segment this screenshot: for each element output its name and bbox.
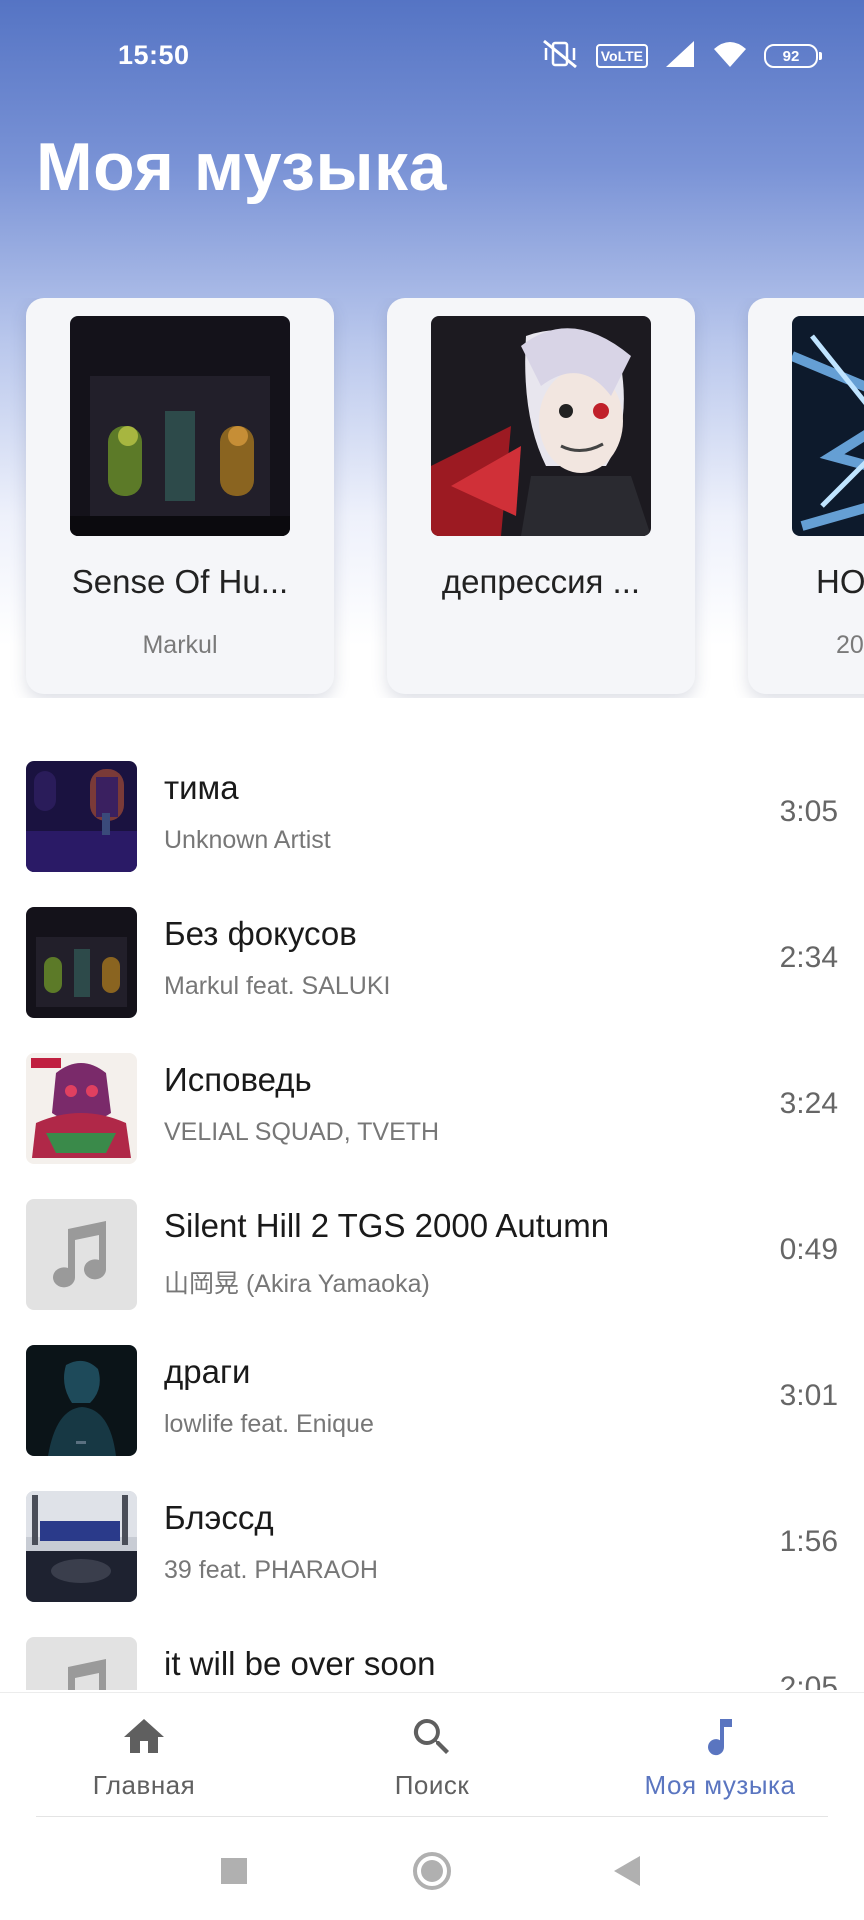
track-artist: VELIAL SQUAD, TVETH (164, 1118, 440, 1146)
circle-icon (413, 1852, 451, 1890)
album-title: Sense Of Hu... (71, 563, 289, 600)
track-row[interactable]: тима Unknown Artist 3:05 (0, 745, 864, 891)
track-artist: lowlife feat. Enique (164, 1410, 374, 1438)
track-row[interactable]: Без фокусов Markul feat. SALUKI 2:34 (0, 891, 864, 1037)
home-system-button[interactable] (408, 1847, 456, 1895)
track-title: Без фокусов (164, 915, 357, 952)
volte-badge: VoLTE (595, 44, 648, 68)
track-cover (26, 1491, 137, 1602)
track-duration: 3:01 (779, 1379, 838, 1412)
music-note-icon (696, 1713, 744, 1761)
nav-label: Моя музыка (644, 1770, 796, 1800)
track-duration: 2:34 (779, 941, 838, 974)
track-title: Блэссд (164, 1499, 274, 1536)
track-title: драги (164, 1353, 251, 1390)
track-row[interactable]: it will be over soon 2:05 (0, 1621, 864, 1690)
track-cover (26, 761, 137, 872)
track-duration: 0:49 (779, 1233, 838, 1266)
track-title: тима (164, 769, 239, 806)
battery-icon: 92 (764, 44, 822, 68)
signal-icon (664, 39, 696, 74)
square-icon (221, 1858, 247, 1884)
track-title: Исповедь (164, 1061, 312, 1098)
nav-label: Поиск (394, 1770, 470, 1800)
album-card[interactable]: депрессия ... (387, 298, 695, 694)
track-row[interactable]: драги lowlife feat. Enique 3:01 (0, 1329, 864, 1475)
album-card[interactable]: Sense Of Hu... Markul (26, 298, 334, 694)
album-artist: Markul (142, 631, 218, 659)
track-row[interactable]: Исповедь VELIAL SQUAD, TVETH 3:24 (0, 1037, 864, 1183)
album-cover (70, 316, 290, 536)
album-artist: 20 (836, 631, 864, 659)
status-icons: VoLTE 92 (540, 36, 822, 76)
track-list[interactable]: тима Unknown Artist 3:05 Без фокусов Mar… (0, 745, 864, 1690)
recents-button[interactable] (210, 1847, 258, 1895)
home-icon (120, 1713, 168, 1761)
track-cover (26, 1053, 137, 1164)
nav-item-home[interactable]: Главная (0, 1693, 288, 1817)
track-cover (26, 1345, 137, 1456)
album-title: HO (816, 563, 864, 600)
battery-level: 92 (782, 47, 800, 65)
vibrate-mute-icon (540, 39, 580, 74)
status-time: 15:50 (118, 40, 190, 70)
track-duration: 3:24 (779, 1087, 838, 1120)
track-row[interactable]: Блэссд 39 feat. PHARAOH 1:56 (0, 1475, 864, 1621)
album-cover (792, 316, 864, 536)
track-cover-placeholder (26, 1637, 137, 1690)
track-duration: 2:05 (779, 1671, 838, 1690)
track-duration: 3:05 (779, 795, 838, 828)
track-title: it will be over soon (164, 1645, 436, 1682)
track-artist: 39 feat. PHARAOH (164, 1556, 378, 1584)
track-cover-placeholder (26, 1199, 137, 1310)
system-navigation-bar (0, 1817, 864, 1920)
track-duration: 1:56 (779, 1525, 838, 1558)
track-title: Silent Hill 2 TGS 2000 Autumn (164, 1207, 610, 1244)
nav-item-search[interactable]: Поиск (288, 1693, 576, 1817)
back-triangle-icon (614, 1856, 640, 1886)
album-title: депрессия ... (441, 563, 641, 600)
track-artist: Unknown Artist (164, 826, 331, 854)
back-button[interactable] (604, 1847, 652, 1895)
track-artist: Markul feat. SALUKI (164, 972, 391, 1000)
album-cover (431, 316, 651, 536)
album-carousel[interactable]: Sense Of Hu... Markul депрессия ... HO 2… (0, 298, 864, 698)
page-title: Моя музыка (36, 129, 447, 205)
track-row[interactable]: Silent Hill 2 TGS 2000 Autumn 山岡晃 (Akira… (0, 1183, 864, 1329)
nav-item-my-music[interactable]: Моя музыка (576, 1693, 864, 1817)
search-icon (408, 1713, 456, 1761)
album-card[interactable]: HO 20 (748, 298, 864, 694)
status-bar: 15:50 VoLTE 92 (0, 0, 864, 110)
wifi-icon (712, 39, 748, 74)
bottom-navigation: Главная Поиск Моя музыка (0, 1692, 864, 1817)
track-artist: 山岡晃 (Akira Yamaoka) (164, 1270, 430, 1298)
nav-label: Главная (92, 1770, 196, 1800)
track-cover (26, 907, 137, 1018)
